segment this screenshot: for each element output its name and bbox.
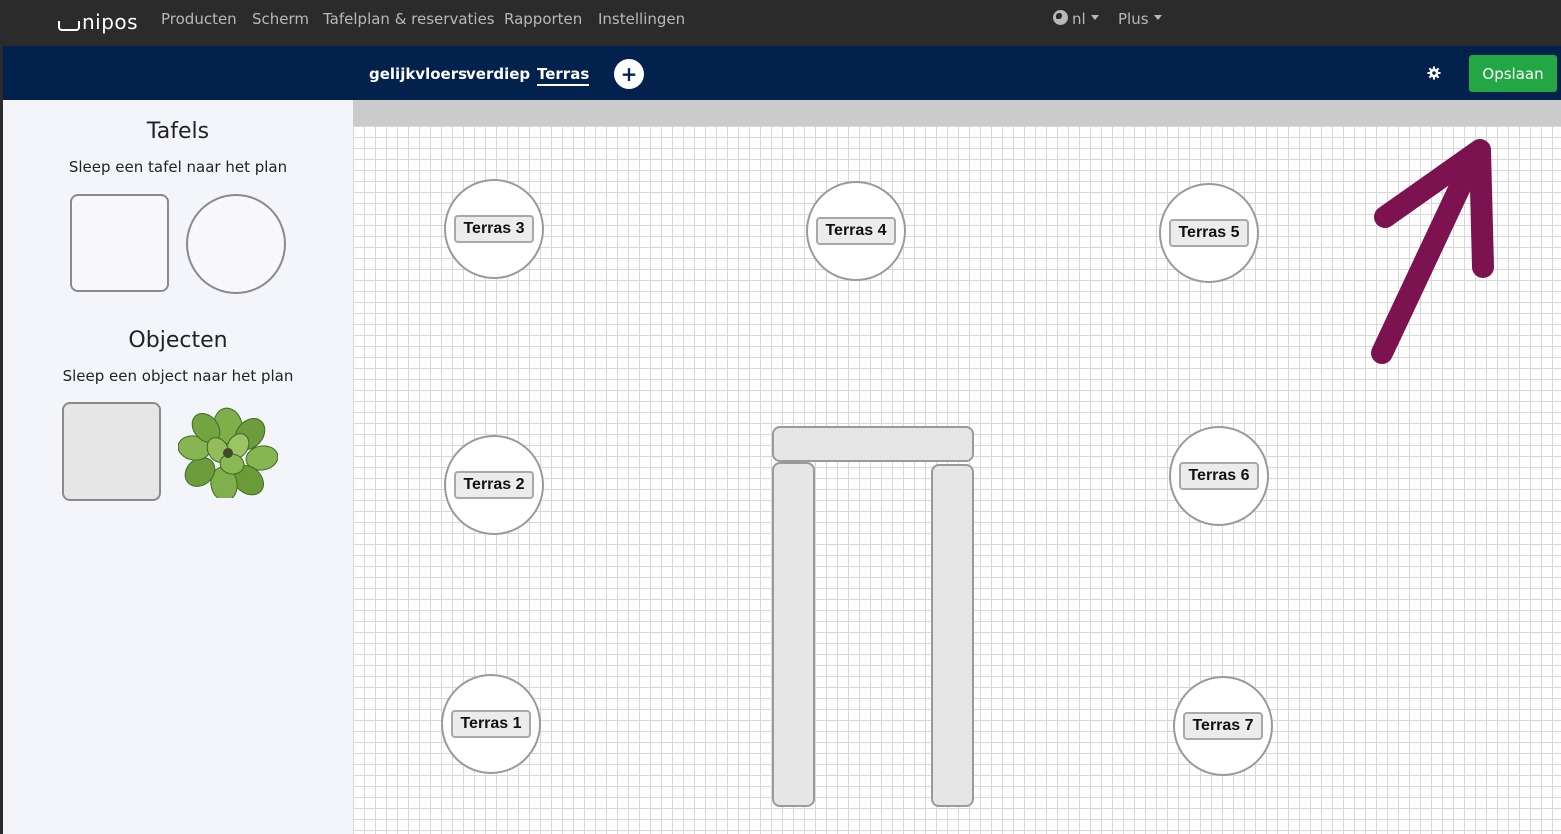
table-terras-7[interactable]: Terras 7	[1173, 676, 1273, 776]
plant-icon[interactable]	[178, 406, 278, 498]
palette-square-object[interactable]	[62, 402, 161, 501]
nav-link-producten[interactable]: Producten	[161, 10, 237, 28]
objects-hint: Sleep een object naar het plan	[62, 367, 294, 385]
bar-left-object[interactable]	[772, 462, 815, 807]
nav-link-instellingen[interactable]: Instellingen	[598, 10, 685, 28]
bar-top-object[interactable]	[772, 426, 974, 462]
chevron-down-icon	[1153, 15, 1162, 20]
globe-icon	[1053, 10, 1068, 25]
floor-plan-canvas[interactable]: Terras 3 Terras 4 Terras 5 Terras 2 Terr…	[353, 100, 1561, 834]
nav-link-rapporten[interactable]: Rapporten	[504, 10, 582, 28]
palette-square-table[interactable]	[70, 194, 169, 292]
table-terras-1[interactable]: Terras 1	[441, 674, 541, 774]
language-label: nl	[1072, 10, 1086, 28]
table-label: Terras 3	[454, 215, 534, 243]
sidebar-palette: Tafels Sleep een tafel naar het plan Obj…	[3, 100, 353, 834]
bar-right-object[interactable]	[931, 464, 974, 807]
chevron-down-icon	[1090, 15, 1099, 20]
table-terras-2[interactable]: Terras 2	[444, 435, 544, 535]
brand-logo[interactable]: nipos	[58, 7, 138, 37]
plus-label: Plus	[1118, 10, 1149, 28]
tab-terras[interactable]: Terras	[537, 65, 590, 86]
table-terras-5[interactable]: Terras 5	[1159, 183, 1259, 283]
tab-verdiep[interactable]: verdiep	[466, 65, 530, 83]
table-terras-3[interactable]: Terras 3	[444, 179, 544, 279]
brand-u-glyph	[58, 21, 80, 31]
plus-icon: +	[620, 62, 638, 86]
language-dropdown[interactable]: nl	[1053, 10, 1099, 28]
plus-dropdown[interactable]: Plus	[1118, 10, 1162, 28]
table-label: Terras 7	[1183, 712, 1263, 740]
table-label: Terras 1	[451, 710, 531, 738]
table-label: Terras 2	[454, 471, 534, 499]
save-button[interactable]: Opslaan	[1469, 55, 1557, 92]
tables-hint: Sleep een tafel naar het plan	[68, 158, 288, 176]
table-terras-6[interactable]: Terras 6	[1169, 426, 1269, 526]
palette-round-table[interactable]	[186, 194, 286, 294]
table-label: Terras 6	[1179, 462, 1259, 490]
table-terras-4[interactable]: Terras 4	[806, 181, 906, 281]
objects-heading: Objecten	[128, 328, 228, 353]
add-floor-button[interactable]: +	[614, 59, 644, 89]
nav-link-tafelplan[interactable]: Tafelplan & reservaties	[323, 10, 495, 28]
tab-gelijkvloers[interactable]: gelijkvloers	[369, 65, 467, 83]
tables-heading: Tafels	[146, 119, 210, 144]
canvas-ruler	[353, 100, 1561, 126]
table-label: Terras 5	[1169, 219, 1249, 247]
top-navbar: nipos Producten Scherm Tafelplan & reser…	[0, 0, 1561, 46]
brand-text: nipos	[82, 10, 139, 34]
nav-link-scherm[interactable]: Scherm	[252, 10, 309, 28]
floor-toolbar: gelijkvloers verdiep Terras + Opslaan	[3, 46, 1561, 100]
table-label: Terras 4	[816, 217, 896, 245]
gear-icon[interactable]	[1427, 66, 1441, 80]
